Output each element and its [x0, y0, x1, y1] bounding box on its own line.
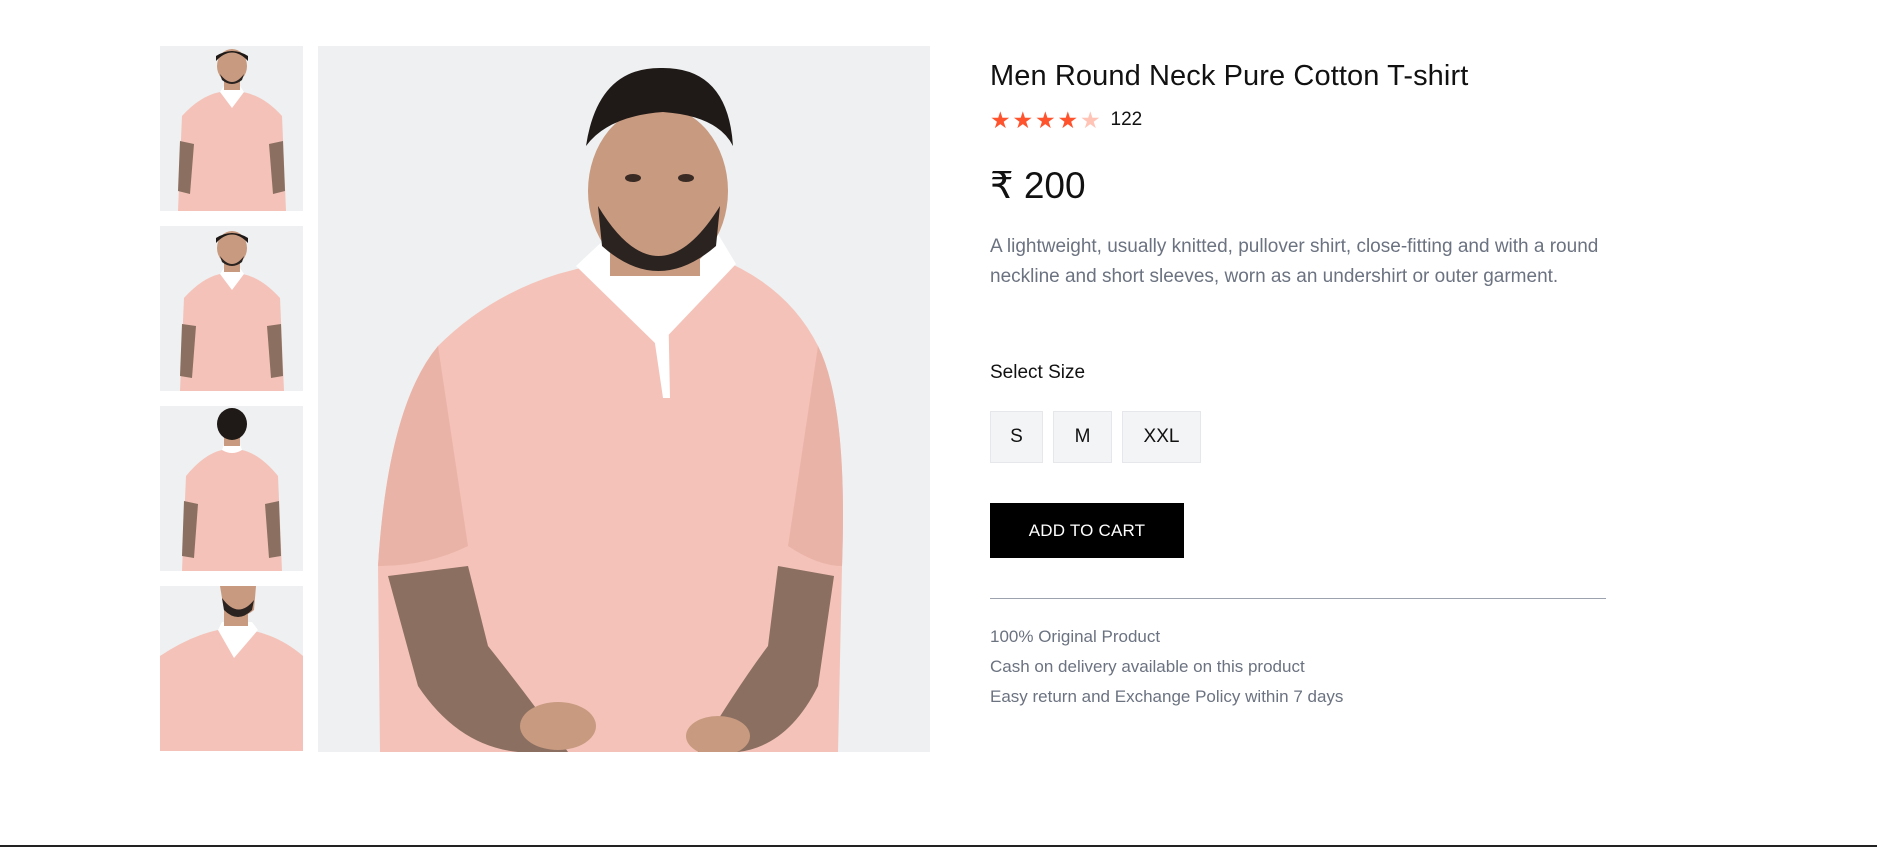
rating: ★ ★ ★ ★ ★ 122 — [990, 108, 1142, 132]
add-to-cart-button[interactable]: ADD TO CART — [990, 503, 1184, 558]
star-icon: ★ — [1035, 107, 1056, 133]
size-option-s[interactable]: S — [990, 411, 1043, 463]
policy-list: 100% Original Product Cash on delivery a… — [990, 622, 1343, 712]
size-label: Select Size — [990, 362, 1086, 383]
thumbnail-back[interactable] — [160, 406, 303, 571]
size-options: S M XXL — [990, 411, 1211, 463]
divider — [990, 598, 1606, 599]
product-thumbnail-image — [160, 226, 303, 391]
star-icon: ★ — [1012, 107, 1034, 133]
review-count: 122 — [1110, 109, 1143, 130]
product-price: ₹ 200 — [990, 165, 1086, 206]
product-description: A lightweight, usually knitted, pullover… — [990, 236, 1599, 287]
product-details: Men Round Neck Pure Cotton T-shirt ★ ★ ★… — [990, 56, 1606, 706]
star-icon: ★ — [1057, 107, 1079, 133]
policy-return: Easy return and Exchange Policy within 7… — [990, 687, 1344, 706]
product-title: Men Round Neck Pure Cotton T-shirt — [990, 60, 1469, 92]
star-icon: ★ — [1080, 107, 1101, 133]
product-thumbnail-image — [160, 406, 303, 571]
policy-cod: Cash on delivery available on this produ… — [990, 657, 1305, 676]
product-thumbnail-image — [160, 46, 303, 211]
product-photo — [318, 46, 930, 752]
star-icon: ★ — [990, 107, 1011, 133]
size-option-m[interactable]: M — [1053, 411, 1112, 463]
thumbnail-front[interactable] — [160, 46, 303, 211]
thumbnail-closeup[interactable] — [160, 586, 303, 751]
product-thumbnail-image — [160, 586, 303, 751]
main-product-image — [318, 46, 930, 752]
policy-original: 100% Original Product — [990, 627, 1161, 646]
size-option-xxl[interactable]: XXL — [1122, 411, 1201, 463]
thumbnail-front-2[interactable] — [160, 226, 303, 391]
